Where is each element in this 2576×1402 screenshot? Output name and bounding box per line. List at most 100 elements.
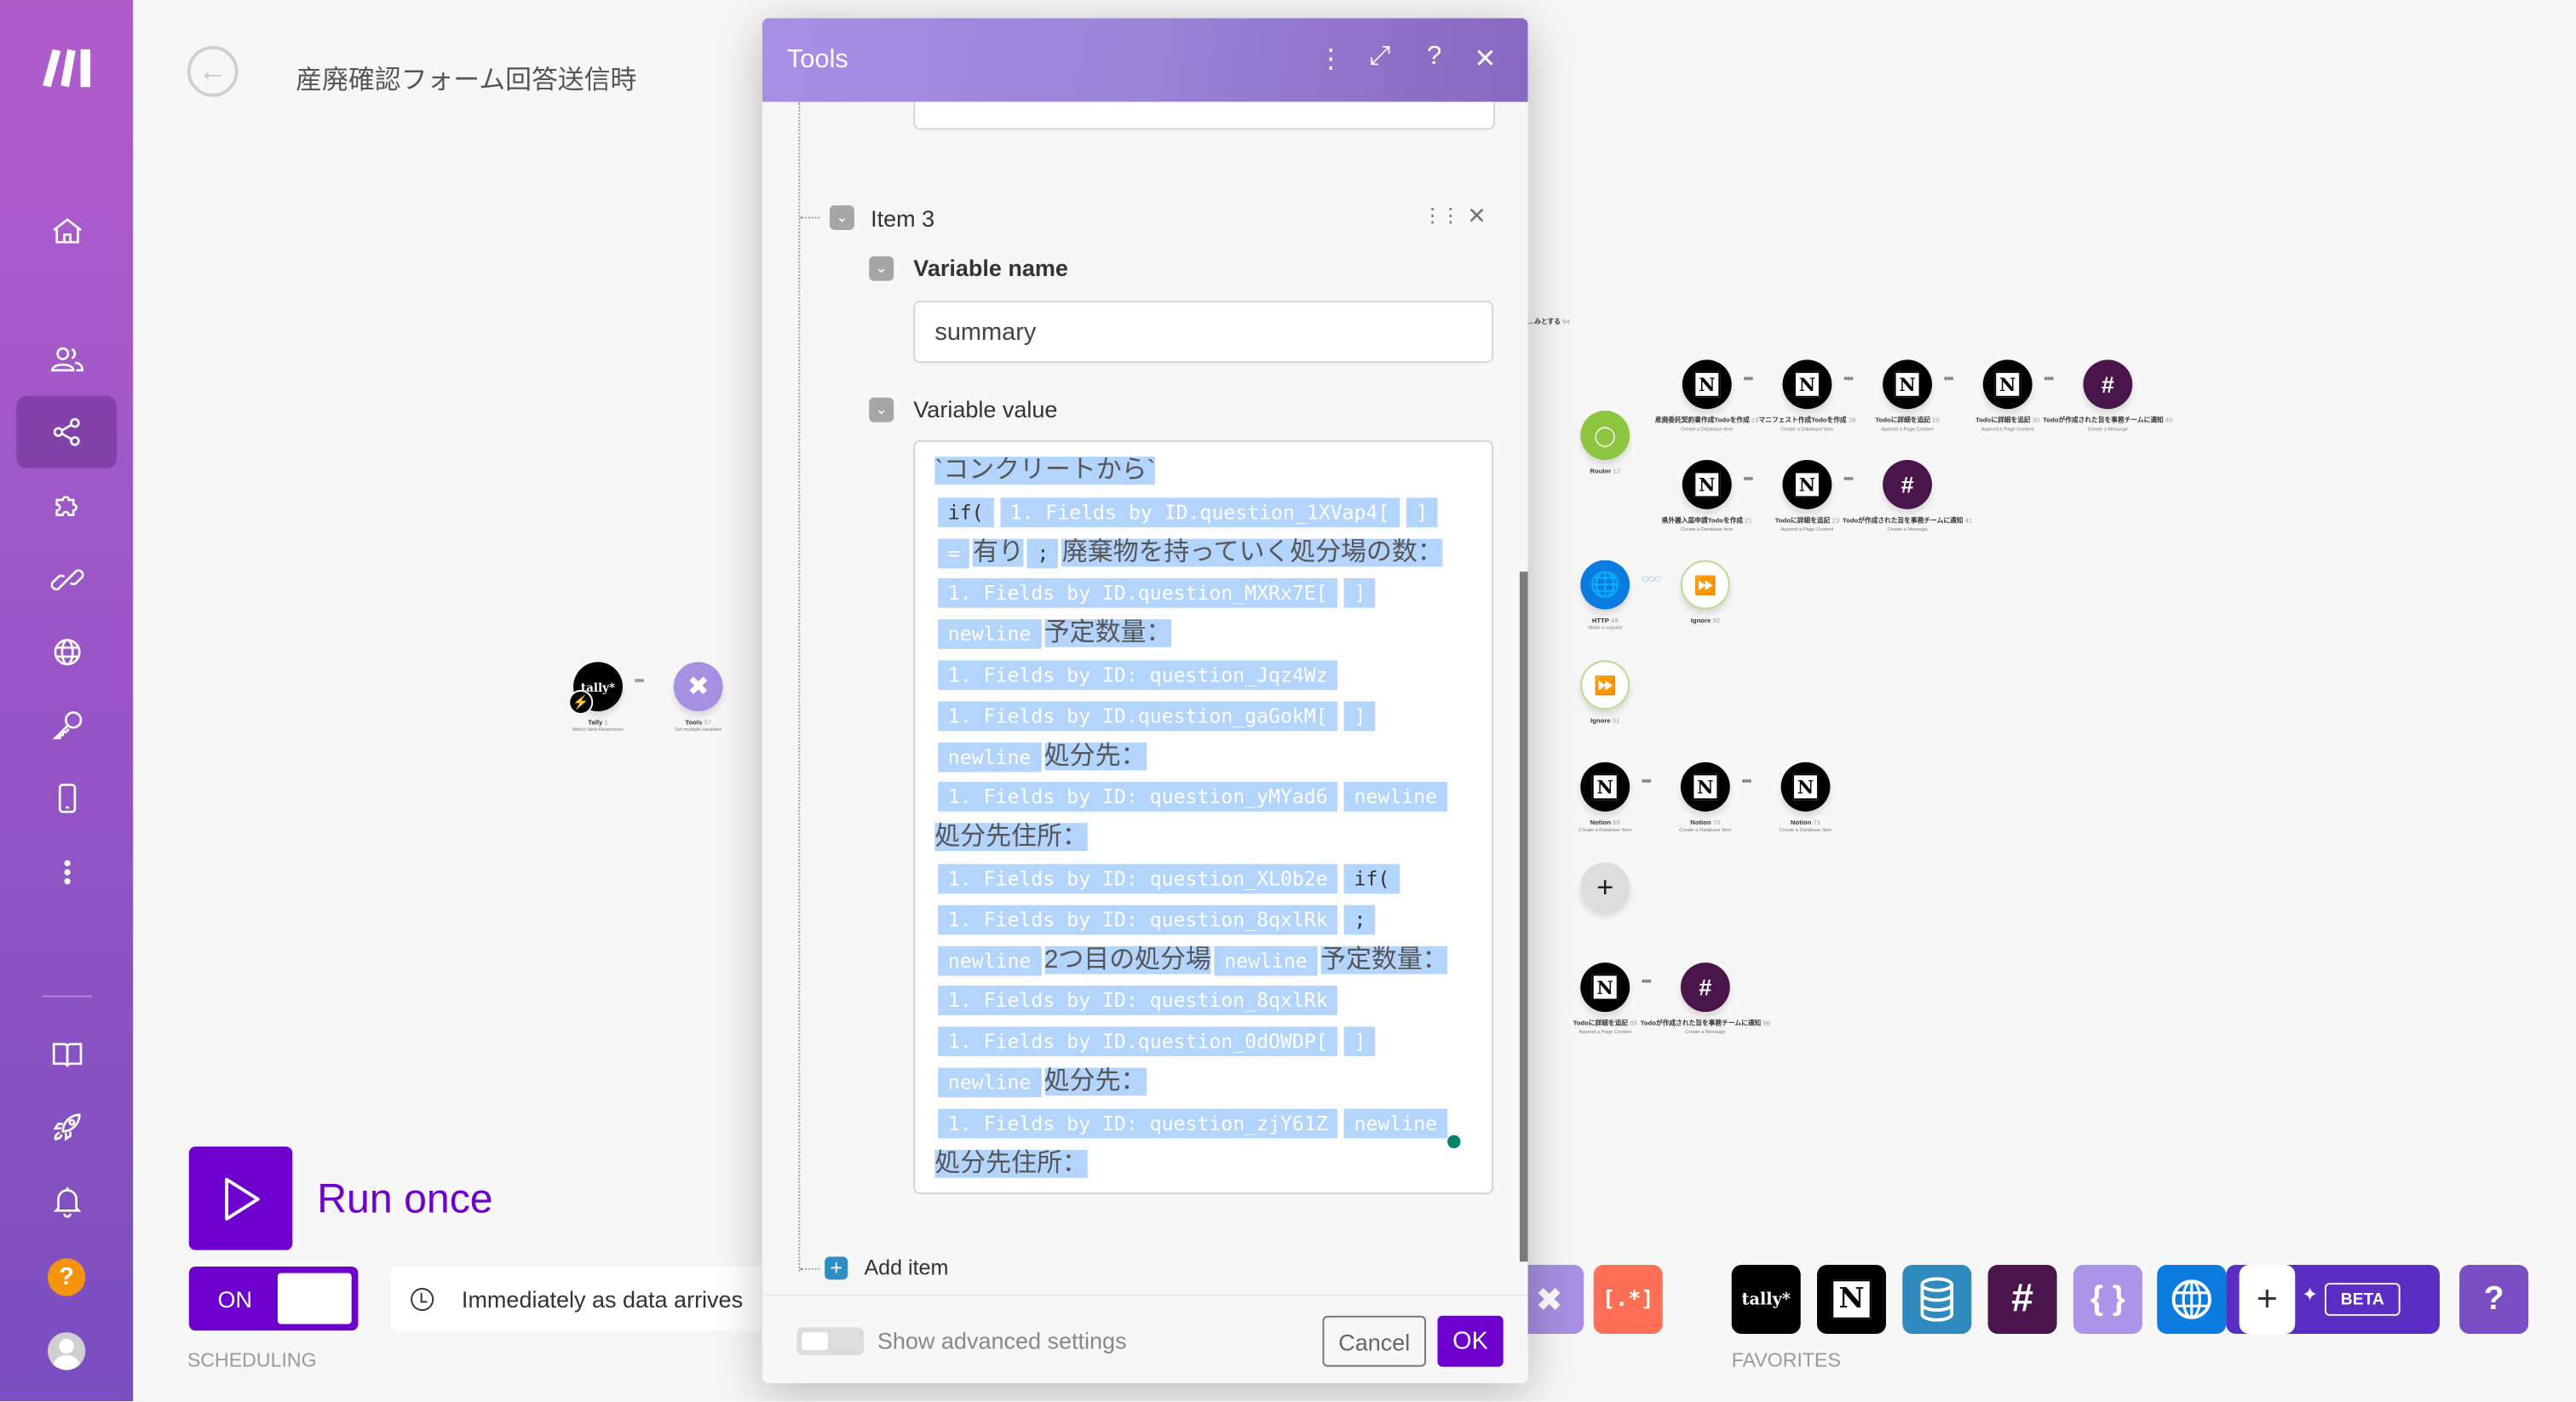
variable-name-toggle[interactable]: ⌄ [869,256,894,281]
keyword-token[interactable]: newline [1343,1108,1447,1139]
favorite-json-button[interactable]: { } [2073,1265,2142,1335]
mapped-field-token[interactable]: 1. Fields by ID.question_1XVap4[ [999,497,1400,527]
notion-node[interactable]: N [1682,359,1732,410]
ignore-node[interactable]: ⏩ [1580,660,1630,710]
sidebar-item-more[interactable] [16,836,117,909]
favorite-slack-button[interactable]: # [1987,1265,2057,1335]
notion-node[interactable]: N [1982,359,2033,410]
notion-node[interactable]: N [1782,460,1832,509]
remove-item-icon[interactable]: ✕ [1467,202,1486,230]
more-options-icon[interactable]: ⋮ [1316,43,1346,76]
tools-node[interactable]: ✖ [673,662,723,712]
notion-node[interactable]: N [1580,761,1630,812]
http-node[interactable]: 🌐 [1580,560,1630,610]
add-favorite-button[interactable]: + [2239,1265,2296,1335]
mapped-field-token[interactable]: 1. Fields by ID.question_0dOWDP[ [938,1026,1338,1057]
add-item-button[interactable]: + Add item [825,1255,948,1279]
sidebar-item-keys[interactable] [16,690,117,762]
ok-button[interactable]: OK [1437,1315,1504,1367]
advanced-settings-toggle[interactable] [796,1327,865,1356]
previous-item-value-field[interactable] [913,101,1496,130]
mapped-field-token[interactable]: 1. Fields by ID: question_yMYad6 [938,782,1338,813]
function-token[interactable]: ; [1343,905,1377,934]
notion-node[interactable]: N [1680,761,1730,812]
notion-node[interactable]: N [1782,359,1832,410]
operator-token[interactable]: = [938,537,970,568]
sidebar-item-scenarios[interactable] [16,395,117,468]
connector[interactable]: ••• [634,674,645,688]
function-token[interactable]: if( [938,497,994,527]
mapped-field-token[interactable]: 1. Fields by ID.question_MXRx7E[ [938,578,1338,609]
notion-node[interactable]: N [1883,359,1933,410]
text-parser-button[interactable]: [.*] [1593,1265,1663,1335]
keyword-token[interactable]: newline [1214,945,1318,975]
notion-node[interactable]: N [1682,460,1732,509]
connector[interactable]: ••• [1843,472,1854,486]
dialog-scrollbar[interactable] [1519,572,1528,1262]
keyword-token[interactable]: newline [938,619,1041,650]
sidebar-item-whats-new[interactable] [16,1091,117,1164]
variable-value-toggle[interactable]: ⌄ [869,397,894,422]
slack-node[interactable]: # [1680,962,1730,1013]
mapped-field-token[interactable]: 1. Fields by ID: question_XL0b2e [938,864,1338,894]
schedule-setting[interactable]: Immediately as data arrives [391,1266,819,1331]
close-icon[interactable]: ✕ [1470,43,1500,76]
keyword-token[interactable]: newline [938,1067,1041,1098]
tally-node[interactable]: tally* ⚡ [568,662,623,715]
connector[interactable]: ○○○ [1642,572,1662,586]
ignore-node[interactable]: ⏩ [1680,560,1730,610]
help-chat-button[interactable]: ? [2459,1265,2529,1335]
connector[interactable]: ••• [1743,472,1754,486]
favorite-datastore-button[interactable] [1902,1265,1972,1335]
mapped-field-token[interactable]: 1. Fields by ID: question_Jqz4Wz [938,660,1338,690]
favorite-http-button[interactable] [2157,1265,2227,1335]
sidebar-item-devices[interactable] [16,762,117,835]
slack-node[interactable]: # [2083,359,2133,410]
notion-node[interactable]: N [1580,962,1630,1013]
connector[interactable]: ••• [1741,773,1752,788]
connector[interactable]: ••• [1642,773,1653,788]
make-logo-icon[interactable] [36,43,98,89]
variable-value-editor[interactable]: `コンクリートから` if(1. Fields by ID.question_1X… [913,440,1494,1195]
sidebar-item-notifications[interactable] [16,1164,117,1237]
run-once-button[interactable] [188,1146,293,1250]
favorite-tally-button[interactable]: tally* [1731,1265,1801,1335]
run-once-label[interactable]: Run once [317,1176,492,1224]
sidebar-item-documentation[interactable] [16,1019,117,1091]
variable-name-input[interactable] [913,300,1494,364]
keyword-token[interactable]: newline [1343,782,1447,813]
sidebar-item-templates[interactable] [16,470,117,543]
connector[interactable]: ••• [1944,371,1955,386]
favorite-notion-button[interactable]: N [1817,1265,1887,1335]
mapped-field-token[interactable]: 1. Fields by ID: question_8qxlRk [938,905,1338,934]
connector[interactable]: ••• [1843,371,1854,386]
help-icon[interactable]: ? [1419,43,1449,72]
keyword-token[interactable]: newline [938,741,1041,772]
keyword-token[interactable]: newline [938,945,1041,975]
connector[interactable]: ••• [1642,974,1653,989]
mapped-field-token[interactable]: ] [1406,497,1438,527]
function-token[interactable]: ; [1026,537,1059,568]
mapped-field-token[interactable]: 1. Fields by ID: question_zjY61Z [938,1108,1338,1139]
ai-beta-button[interactable]: + ✦ BETA [2226,1265,2440,1335]
sidebar-item-connections[interactable] [16,543,117,616]
avatar[interactable] [47,1332,86,1370]
mapped-field-token[interactable]: ] [1343,1026,1377,1057]
add-module-node[interactable]: + [1580,862,1630,912]
mapped-field-token[interactable]: 1. Fields by ID: question_8qxlRk [938,985,1338,1016]
mapped-field-token[interactable]: 1. Fields by ID.question_gaGokM[ [938,701,1338,731]
mapped-field-token[interactable]: ] [1343,701,1377,731]
item-collapse-toggle[interactable]: ⌄ [829,205,854,231]
sidebar-item-home[interactable] [16,196,117,268]
cancel-button[interactable]: Cancel [1322,1315,1427,1367]
sidebar-item-webhooks[interactable] [16,616,117,688]
connector[interactable]: ••• [1743,371,1754,386]
maximize-icon[interactable]: ⤢ [1366,43,1395,72]
function-token[interactable]: if( [1343,864,1400,894]
connector[interactable]: ••• [2044,371,2055,386]
drag-handle-icon[interactable]: ⋮⋮ [1423,204,1460,227]
mapped-field-token[interactable]: ] [1343,578,1377,609]
help-icon[interactable]: ? [47,1258,86,1296]
scheduling-toggle[interactable]: ON [188,1266,359,1331]
sidebar-item-team[interactable] [16,324,117,396]
